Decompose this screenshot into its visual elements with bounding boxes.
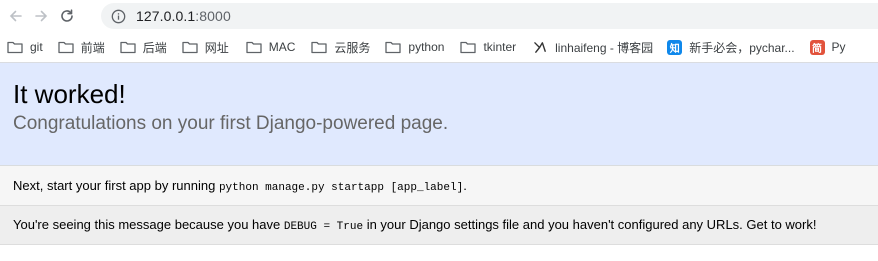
bookmark-folder-tkinter[interactable]: tkinter — [460, 40, 516, 54]
bookmark-label: 前端 — [80, 40, 105, 55]
arrow-left-icon — [9, 10, 22, 22]
address-bar[interactable]: 127.0.0.1:8000 — [101, 3, 878, 29]
folder-icon — [120, 40, 136, 54]
reload-button[interactable] — [56, 5, 78, 27]
bookmark-label: 网址 — [204, 40, 229, 55]
instructions-section: Next, start your first app by running py… — [0, 166, 878, 206]
browser-toolbar: 127.0.0.1:8000 — [0, 0, 878, 32]
page-title: It worked! — [13, 79, 126, 109]
bookmark-label: MAC — [268, 40, 296, 54]
bookmarks-bar: git 前端 后端 网址 MAC 云服务 python tkinter linh… — [0, 32, 878, 63]
site-info-icon[interactable] — [111, 9, 126, 24]
explanation-text: You're seeing this message because you h… — [13, 217, 816, 233]
explanation-prefix: You're seeing this message because you h… — [13, 217, 284, 232]
instructions-text: Next, start your first app by running py… — [13, 178, 467, 194]
explanation-section: You're seeing this message because you h… — [0, 206, 878, 245]
bookmark-folder-mac[interactable]: MAC — [246, 40, 296, 54]
forward-button[interactable] — [30, 5, 52, 27]
bookmark-label: python — [408, 40, 445, 54]
folder-icon — [58, 40, 74, 54]
bookmark-folder-frontend[interactable]: 前端 — [58, 39, 105, 56]
bookmark-zhihu-pycharm[interactable]: 知 新手必会，pychar... — [667, 39, 795, 56]
folder-icon — [385, 40, 402, 54]
bookmark-folder-backend[interactable]: 后端 — [120, 39, 167, 56]
folder-icon — [311, 40, 328, 54]
bookmark-label: 云服务 — [334, 40, 371, 55]
bookmark-label: git — [30, 40, 43, 54]
url-host: 127.0.0.1 — [136, 8, 196, 24]
page-bottom-space — [0, 245, 878, 261]
bookmark-folder-git[interactable]: git — [7, 40, 43, 54]
url-text: 127.0.0.1:8000 — [136, 8, 231, 24]
bookmark-jianshu-py[interactable]: 简 Py — [809, 39, 846, 55]
folder-icon — [7, 40, 23, 54]
instructions-suffix: . — [463, 177, 467, 193]
folder-icon — [460, 40, 477, 54]
bookmark-folder-sites[interactable]: 网址 — [182, 39, 229, 56]
folder-icon — [246, 40, 262, 54]
cnblogs-favicon-icon — [532, 40, 548, 55]
url-port: :8000 — [195, 8, 231, 24]
summary-header: It worked! Congratulations on your first… — [0, 63, 878, 166]
jianshu-favicon-icon: 简 — [809, 39, 825, 55]
startapp-command: python manage.py startapp [app_label] — [218, 181, 464, 194]
debug-setting-code: DEBUG = True — [283, 221, 364, 233]
explanation-suffix: in your Django settings file and you hav… — [363, 217, 817, 232]
folder-icon — [182, 40, 198, 54]
reload-icon — [61, 9, 73, 22]
page-subtitle: Congratulations on your first Django-pow… — [13, 113, 449, 134]
bookmark-label: 后端 — [142, 40, 167, 55]
arrow-right-icon — [35, 10, 48, 22]
bookmark-folder-cloud[interactable]: 云服务 — [311, 39, 370, 56]
bookmark-folder-python[interactable]: python — [385, 40, 444, 54]
bookmark-label: Py — [831, 40, 846, 54]
bookmark-label: 新手必会，pychar... — [689, 40, 795, 55]
bookmark-linhaifeng[interactable]: linhaifeng - 博客园 — [532, 39, 653, 56]
back-button[interactable] — [5, 5, 27, 27]
instructions-prefix: Next, start your first app by running — [13, 177, 219, 193]
bookmark-label: tkinter — [483, 40, 517, 54]
zhihu-favicon-icon: 知 — [667, 39, 683, 55]
bookmark-label: linhaifeng - 博客园 — [555, 40, 654, 55]
